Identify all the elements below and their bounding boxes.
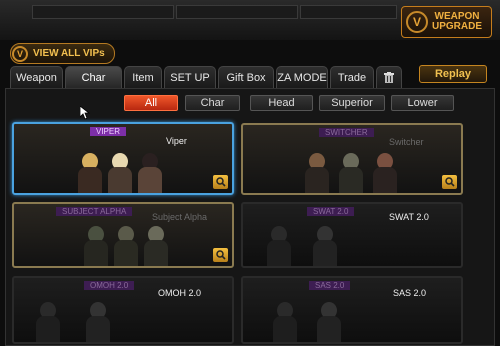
filter-head-button[interactable]: Head [250, 95, 313, 111]
top-bar: V WEAPON UPGRADE [0, 0, 500, 40]
character-figure [313, 226, 337, 266]
filter-superior-button[interactable]: Superior [319, 95, 385, 111]
tab-gift-box[interactable]: Gift Box [218, 66, 274, 88]
character-figure [78, 153, 102, 193]
item-card-swat[interactable]: SWAT 2.0 SWAT 2.0 [241, 202, 463, 268]
replay-button[interactable]: Replay [419, 65, 487, 83]
filter-all-button[interactable]: All [124, 95, 178, 111]
item-name: SAS 2.0 [393, 288, 427, 298]
magnify-icon[interactable] [213, 248, 228, 262]
item-card-switcher[interactable]: SWITCHER Switcher [241, 123, 463, 195]
top-bar-slot [32, 5, 174, 19]
character-figure [267, 226, 291, 266]
item-card-sas[interactable]: SAS 2.0 SAS 2.0 [241, 276, 463, 344]
item-tag: SAS 2.0 [309, 281, 351, 290]
item-name: OMOH 2.0 [158, 288, 202, 298]
trash-icon [384, 72, 394, 83]
weapon-upgrade-button[interactable]: V WEAPON UPGRADE [401, 6, 492, 38]
item-tag: SWITCHER [319, 128, 374, 137]
category-tabs: Weapon Char Item SET UP Gift Box ZA MODE… [10, 66, 490, 88]
character-figure [36, 302, 60, 342]
item-name: Viper [166, 136, 187, 146]
item-name: Switcher [389, 137, 424, 147]
top-bar-slot [176, 5, 298, 19]
character-figure [144, 226, 168, 266]
view-all-vips-label: VIEW ALL VIPs [33, 48, 105, 59]
filter-lower-button[interactable]: Lower [391, 95, 454, 111]
vip-logo-icon: V [12, 45, 28, 62]
item-name: SWAT 2.0 [389, 212, 429, 222]
character-figure [273, 302, 297, 342]
weapon-upgrade-label-line2: UPGRADE [432, 21, 483, 32]
tab-trade[interactable]: Trade [330, 66, 374, 88]
character-figure [84, 226, 108, 266]
character-figure [138, 153, 162, 193]
item-card-omoh[interactable]: OMOH 2.0 OMOH 2.0 [12, 276, 234, 344]
character-figure [86, 302, 110, 342]
character-figure [373, 153, 397, 193]
filter-char-button[interactable]: Char [185, 95, 240, 111]
character-figure [114, 226, 138, 266]
magnify-icon[interactable] [442, 175, 457, 189]
character-figure [339, 153, 363, 193]
item-name: Subject Alpha [152, 212, 208, 222]
item-tag: VIPER [90, 127, 127, 136]
tab-char[interactable]: Char [65, 66, 122, 88]
item-card-viper[interactable]: VIPER Viper [12, 122, 234, 195]
character-figure [108, 153, 132, 193]
tab-setup[interactable]: SET UP [164, 66, 216, 88]
tab-weapon[interactable]: Weapon [10, 66, 63, 88]
view-all-vips-button[interactable]: V VIEW ALL VIPs [10, 43, 115, 64]
magnify-icon[interactable] [213, 175, 228, 189]
tab-item[interactable]: Item [124, 66, 162, 88]
top-bar-slot [300, 5, 397, 19]
item-tag: OMOH 2.0 [84, 281, 135, 290]
item-tag: SUBJECT ALPHA [56, 207, 133, 216]
vip-logo-icon: V [406, 11, 428, 33]
character-figure [305, 153, 329, 193]
mouse-cursor-icon [80, 106, 90, 120]
tab-za-mode[interactable]: ZA MODE [276, 66, 328, 88]
tab-trash[interactable] [376, 66, 402, 88]
character-figure [317, 302, 341, 342]
item-tag: SWAT 2.0 [307, 207, 355, 216]
item-card-subject-alpha[interactable]: SUBJECT ALPHA Subject Alpha [12, 202, 234, 268]
